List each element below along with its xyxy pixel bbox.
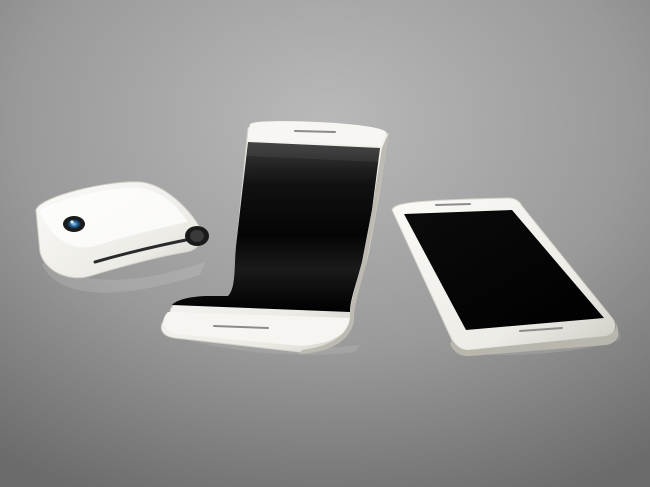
product-render-scene — [0, 0, 650, 487]
